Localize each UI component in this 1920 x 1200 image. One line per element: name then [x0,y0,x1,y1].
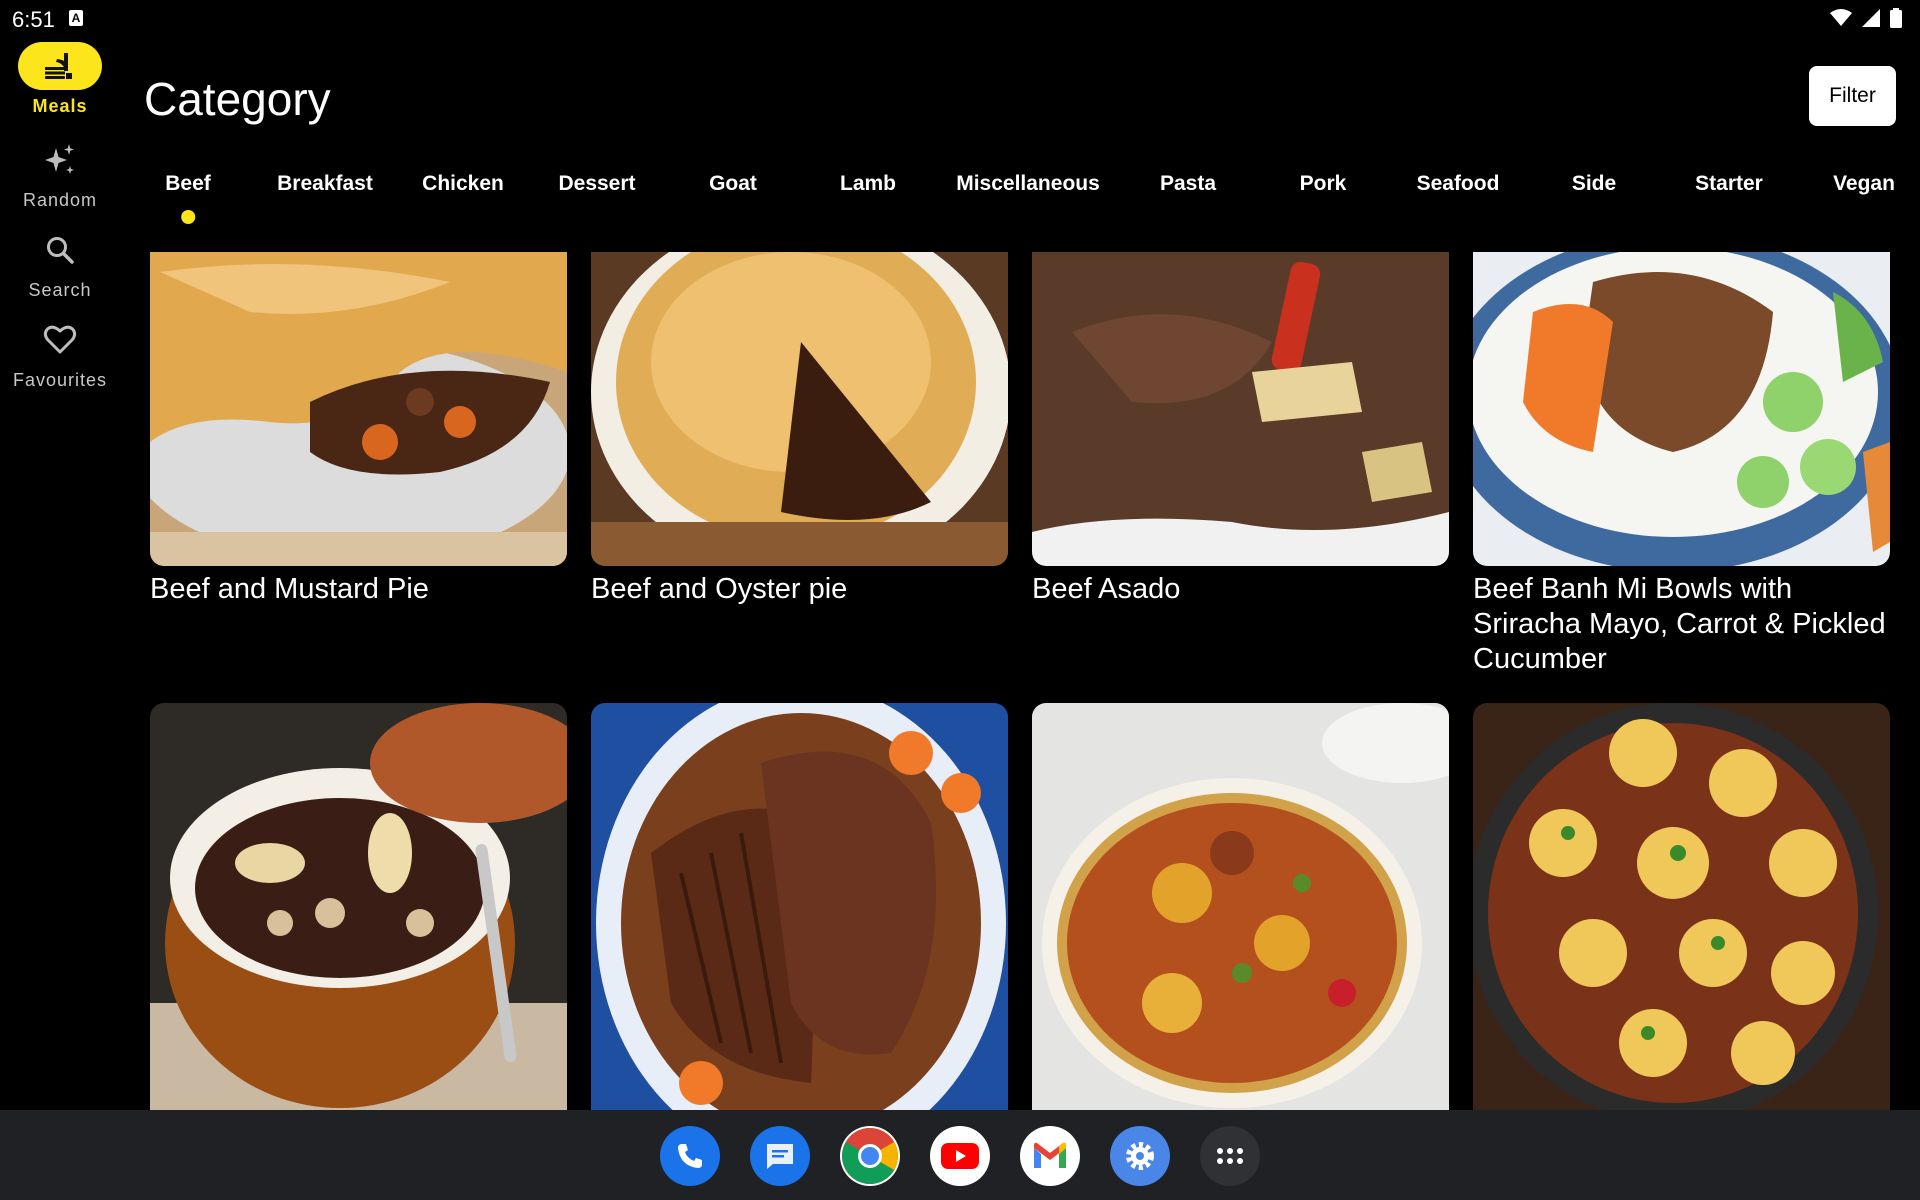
message-icon [767,1144,793,1169]
tab-starter[interactable]: Starter [1695,172,1763,232]
meal-title: Beef and Oyster pie [591,573,848,605]
sparkle-icon [45,144,74,174]
wifi-icon [1830,9,1852,26]
messages-app-icon[interactable] [750,1126,810,1186]
phone-app-icon[interactable] [660,1126,720,1186]
signal-icon [1862,9,1880,27]
youtube-icon [941,1143,979,1169]
nav-pill-search [18,226,102,274]
tab-pork[interactable]: Pork [1300,172,1347,232]
selected-tab-indicator [181,210,195,224]
search-icon [47,237,74,264]
app-drawer-icon[interactable] [1200,1126,1260,1186]
nav-label-random: Random [22,190,98,210]
tab-miscellaneous[interactable]: Miscellaneous [956,172,1100,232]
tab-vegan[interactable]: Vegan [1833,172,1895,232]
tab-dessert[interactable]: Dessert [558,172,635,232]
meal-card[interactable]: Beef and Oyster pie [591,252,1008,607]
phone-icon [678,1144,702,1168]
category-tabs: Beef Breakfast Chicken Dessert Goat Lamb… [120,172,1920,232]
tab-label: Lamb [839,172,897,195]
gear-icon [1126,1142,1154,1170]
meal-card[interactable] [1473,703,1890,1113]
nav-pill-meals [18,42,102,90]
tab-label: Miscellaneous [956,172,1100,195]
tab-label: Side [1571,172,1617,195]
tab-label: Dessert [558,172,636,195]
nav-pill-favourites [18,316,102,364]
status-time: 6:51 [12,7,55,32]
tab-side[interactable]: Side [1572,172,1616,232]
meal-card[interactable] [1032,703,1449,1113]
nav-label-search: Search [28,280,92,300]
battery-icon [1890,8,1902,28]
heart-outline-icon [43,325,77,354]
tab-chicken[interactable]: Chicken [422,172,504,232]
nav-item-random[interactable]: Random [0,136,120,211]
meal-card[interactable]: Beef Asado [1032,252,1449,607]
meal-card[interactable]: Beef and Mustard Pie [150,252,567,607]
tab-lamb[interactable]: Lamb [840,172,896,232]
meal-card[interactable] [591,703,1008,1113]
nav-item-favourites[interactable]: Favourites [0,316,120,391]
meal-image-beef-banh-mi-bowl [1473,252,1890,566]
meal-image-beef-oyster-pie [591,252,1008,566]
tab-label: Chicken [422,172,504,195]
meal-image-beef-stew [1032,703,1449,1113]
nav-label-favourites: Favourites [12,370,108,390]
tab-label: Pasta [1159,172,1217,195]
gmail-icon [1034,1142,1066,1168]
tab-label: Vegan [1833,172,1895,195]
filter-button[interactable]: Filter [1809,66,1896,126]
settings-app-icon[interactable] [1110,1126,1170,1186]
chrome-app-icon[interactable] [840,1126,900,1186]
gmail-app-icon[interactable] [1020,1126,1080,1186]
navigation-rail: Meals Random Search Favourites [0,36,120,1110]
status-icons [1830,8,1902,28]
tab-label: Seafood [1416,172,1500,195]
tab-label: Beef [165,172,211,195]
meal-title: Beef Asado [1032,573,1181,605]
tab-pasta[interactable]: Pasta [1160,172,1216,232]
meal-image-beef-asado [1032,252,1449,566]
meal-image-beef-dumpling-stew [1473,703,1890,1113]
meal-card[interactable] [150,703,567,1113]
nav-item-search[interactable]: Search [0,226,120,301]
tab-label: Goat [709,172,757,195]
meal-title: Beef and Mustard Pie [150,573,429,605]
meals-icon [45,53,72,79]
chrome-icon [842,1128,898,1184]
tab-breakfast[interactable]: Breakfast [277,172,373,232]
app-dock [0,1110,1920,1200]
nav-pill-random [18,136,102,184]
grid-dots-icon [1217,1148,1243,1164]
tab-label: Starter [1695,172,1763,195]
tab-label: Pork [1299,172,1347,195]
tab-goat[interactable]: Goat [709,172,757,232]
meal-title: Beef Banh Mi Bowls with Sriracha Mayo, C… [1473,573,1886,675]
notification-icon: A [69,10,83,26]
meal-image-beef-brisket [591,703,1008,1113]
nav-item-meals[interactable]: Meals [0,42,120,117]
meal-image-beef-bourguignon [150,703,567,1113]
tab-seafood[interactable]: Seafood [1417,172,1500,232]
meal-image-beef-mustard-pie [150,252,567,566]
tab-label: Breakfast [277,172,373,195]
meal-card[interactable]: Beef Banh Mi Bowls with Sriracha Mayo, C… [1473,252,1890,677]
page-title: Category [144,73,331,125]
nav-label-meals: Meals [32,96,88,116]
status-bar: 6:51 A [0,0,1920,36]
tab-beef[interactable]: Beef [165,172,211,232]
youtube-app-icon[interactable] [930,1126,990,1186]
